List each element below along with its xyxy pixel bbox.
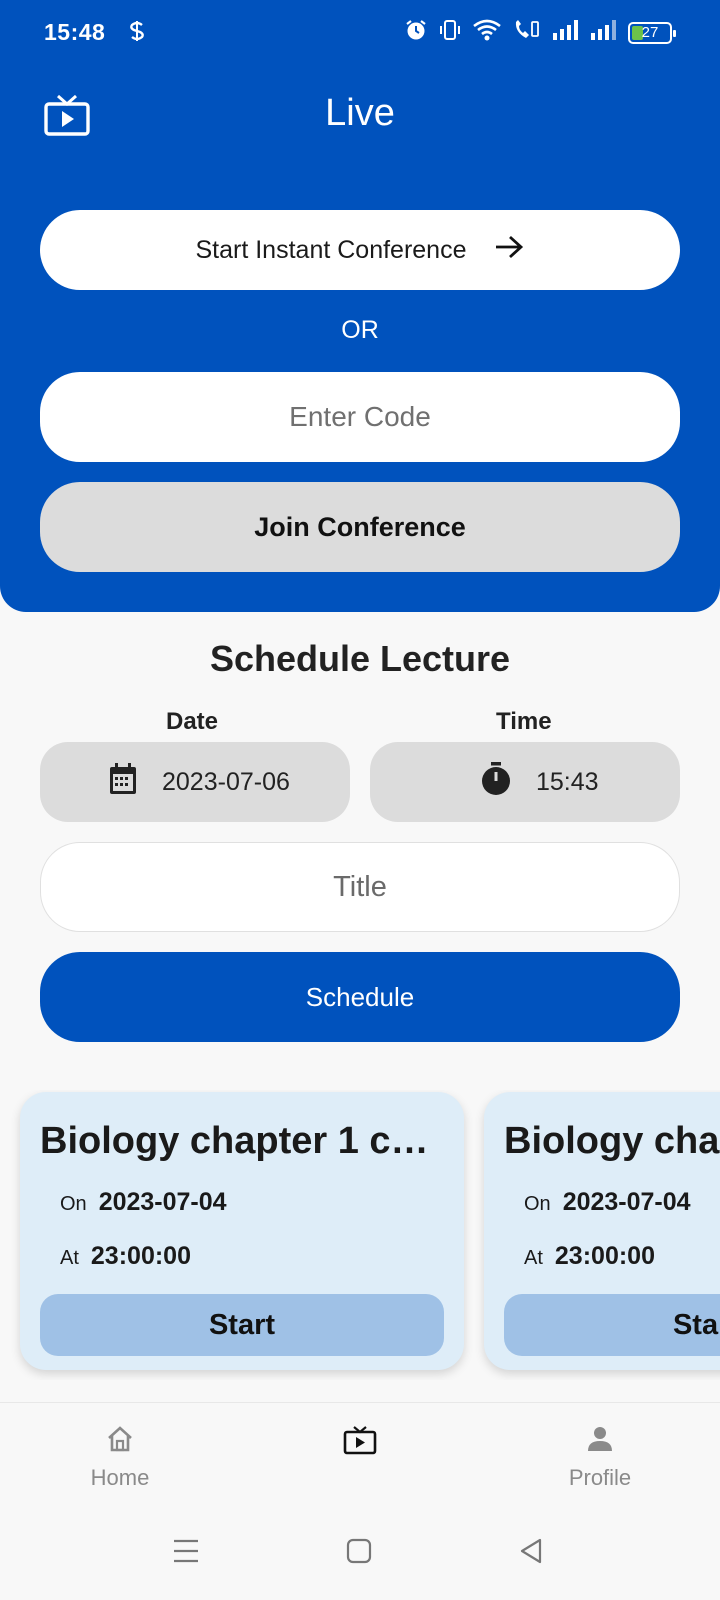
header-panel: 15:48 27 Live Start Instant Conference O… <box>0 0 720 612</box>
nav-home[interactable]: Home <box>50 1425 190 1491</box>
lecture-time-row: At 23:00:00 <box>524 1242 655 1271</box>
battery-level: 27 <box>641 23 659 41</box>
schedule-button[interactable]: Schedule <box>40 952 680 1042</box>
nav-profile[interactable]: Profile <box>530 1425 670 1491</box>
signal-icon <box>552 19 580 46</box>
bottom-navigation: Home Profile <box>0 1402 720 1514</box>
page-title: Live <box>325 92 395 134</box>
home-icon <box>105 1425 135 1459</box>
join-conference-button[interactable]: Join Conference <box>40 482 680 572</box>
lecture-title-field[interactable] <box>40 842 680 932</box>
start-instant-conference-button[interactable]: Start Instant Conference <box>40 210 680 290</box>
at-label: At <box>524 1247 543 1269</box>
menu-icon[interactable] <box>172 1538 200 1569</box>
stopwatch-icon <box>480 761 512 803</box>
at-label: At <box>60 1247 79 1269</box>
date-picker-button[interactable]: 2023-07-06 <box>40 742 350 822</box>
time-picker-button[interactable]: 15:43 <box>370 742 680 822</box>
lecture-title: Biology chapter 1 cha... <box>40 1120 450 1162</box>
lecture-date: 2023-07-04 <box>98 1188 227 1216</box>
nav-live[interactable] <box>290 1425 430 1461</box>
lecture-time: 23:00:00 <box>90 1242 191 1270</box>
nav-home-label: Home <box>90 1465 150 1490</box>
person-icon <box>586 1425 614 1459</box>
live-tv-icon <box>343 1425 377 1461</box>
time-value: 15:43 <box>536 767 599 796</box>
on-label: On <box>524 1193 551 1215</box>
scheduled-lectures-list[interactable]: Biology chapter 1 cha... On 2023-07-04 A… <box>0 1090 720 1380</box>
lecture-card: Biology chapter 1 cha... On 2023-07-04 A… <box>20 1092 464 1370</box>
back-icon[interactable] <box>518 1538 544 1569</box>
wifi-icon <box>472 18 502 47</box>
lecture-title-input[interactable] <box>41 843 679 931</box>
enter-code-field[interactable] <box>40 372 680 462</box>
time-label: Time <box>496 708 552 735</box>
lecture-date: 2023-07-04 <box>562 1188 691 1216</box>
status-bar: 15:48 27 <box>0 0 720 64</box>
date-value: 2023-07-06 <box>162 767 290 796</box>
calendar-icon <box>108 762 138 803</box>
or-divider-text: OR <box>341 316 379 344</box>
status-time: 15:48 <box>44 19 106 45</box>
home-square-icon[interactable] <box>346 1538 372 1569</box>
lecture-date-row: On 2023-07-04 <box>60 1188 227 1217</box>
lecture-time: 23:00:00 <box>554 1242 655 1270</box>
start-lecture-button[interactable]: Start <box>40 1294 444 1356</box>
start-instant-conference-label: Start Instant Conference <box>195 235 467 264</box>
battery-icon: 27 <box>628 21 676 44</box>
lecture-title: Biology chap <box>504 1120 720 1162</box>
status-icons: 27 <box>404 18 676 47</box>
start-lecture-button[interactable]: Start <box>504 1294 720 1356</box>
lecture-time-row: At 23:00:00 <box>60 1242 191 1271</box>
enter-code-input[interactable] <box>40 372 680 462</box>
signal-icon <box>590 19 618 46</box>
sim-s-icon <box>128 20 146 47</box>
wifi-calling-icon <box>512 18 542 47</box>
alarm-icon <box>404 18 428 47</box>
lecture-card: Biology chap On 2023-07-04 At 23:00:00 S… <box>484 1092 720 1370</box>
date-label: Date <box>166 708 219 735</box>
vibrate-icon <box>438 18 462 47</box>
nav-profile-label: Profile <box>568 1465 632 1490</box>
schedule-lecture-heading: Schedule Lecture <box>209 638 511 679</box>
arrow-right-icon <box>494 234 524 267</box>
on-label: On <box>60 1193 87 1215</box>
lecture-date-row: On 2023-07-04 <box>524 1188 691 1217</box>
system-navigation-bar <box>0 1514 720 1600</box>
